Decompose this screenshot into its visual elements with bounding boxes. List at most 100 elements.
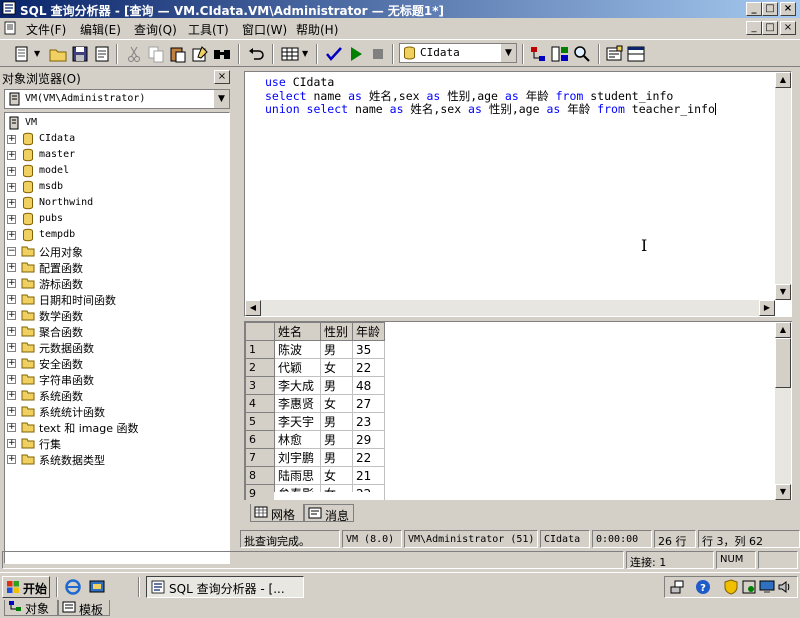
- tab-messages[interactable]: 消息: [304, 504, 354, 523]
- results-table[interactable]: 姓名 性别 年龄 1 陈波男 35 2 代颖女 22 3 李大成男 48 4 李惠贤女 27 5 李天宇男…: [245, 322, 385, 500]
- scroll-down-icon[interactable]: ▼: [775, 484, 791, 500]
- chevron-down-icon[interactable]: ▼: [213, 90, 229, 108]
- table-row[interactable]: 3 李大成男 48: [245, 376, 385, 395]
- expand-icon[interactable]: +: [7, 231, 16, 240]
- table-cell[interactable]: 29: [352, 430, 385, 449]
- table-cell[interactable]: 女: [320, 466, 353, 485]
- row-number[interactable]: 8: [245, 466, 275, 485]
- expand-icon[interactable]: +: [7, 263, 16, 272]
- menu-help[interactable]: 帮助(H): [296, 21, 338, 38]
- row-number[interactable]: 7: [245, 448, 275, 467]
- expand-icon[interactable]: +: [7, 423, 16, 432]
- expand-icon[interactable]: +: [7, 279, 16, 288]
- row-number[interactable]: 4: [245, 394, 275, 413]
- table-cell[interactable]: 李惠贤: [274, 394, 321, 413]
- row-number[interactable]: 5: [245, 412, 275, 431]
- table-cell[interactable]: 林愈: [274, 430, 321, 449]
- expand-icon[interactable]: +: [7, 311, 16, 320]
- expand-icon[interactable]: +: [7, 439, 16, 448]
- minimize-button[interactable]: _: [746, 2, 762, 16]
- object-search-icon[interactable]: [572, 44, 592, 64]
- mdi-minimize-button[interactable]: _: [746, 21, 762, 35]
- corner-cell[interactable]: [245, 322, 275, 341]
- expand-icon[interactable]: +: [7, 183, 16, 192]
- table-cell[interactable]: 陆雨思: [274, 466, 321, 485]
- taskbar-app-button[interactable]: SQL 查询分析器 - [...: [146, 576, 304, 598]
- table-row[interactable]: 7 刘宇鹏男 22: [245, 448, 385, 467]
- maximize-button[interactable]: □: [762, 2, 778, 16]
- expand-icon[interactable]: +: [7, 455, 16, 464]
- object-browser-close-button[interactable]: ×: [214, 70, 230, 84]
- expand-icon[interactable]: +: [7, 343, 16, 352]
- editor-vertical-scrollbar[interactable]: ▲ ▼: [775, 72, 791, 300]
- help-icon[interactable]: ?: [695, 579, 711, 595]
- open-icon[interactable]: [48, 44, 68, 64]
- database-select[interactable]: CIdata ▼: [399, 43, 517, 63]
- column-header-name[interactable]: 姓名: [274, 322, 321, 341]
- table-cell[interactable]: 刘宇鹏: [274, 448, 321, 467]
- table-cell[interactable]: 21: [352, 466, 385, 485]
- table-cell[interactable]: 女: [320, 358, 353, 377]
- parse-query-icon[interactable]: [324, 44, 344, 64]
- expand-icon[interactable]: +: [7, 391, 16, 400]
- table-cell[interactable]: 李天宇: [274, 412, 321, 431]
- start-button[interactable]: 开始: [2, 576, 50, 598]
- scroll-right-icon[interactable]: ▶: [759, 300, 775, 316]
- display-icon[interactable]: [759, 579, 775, 595]
- table-row[interactable]: 4 李惠贤女 27: [245, 394, 385, 413]
- table-cell[interactable]: 27: [352, 394, 385, 413]
- network-icon[interactable]: [669, 579, 685, 595]
- scroll-up-icon[interactable]: ▲: [775, 322, 791, 338]
- current-connection-properties-icon[interactable]: [604, 44, 624, 64]
- results-vertical-scrollbar[interactable]: ▲ ▼: [775, 322, 791, 500]
- table-cell[interactable]: 男: [320, 430, 353, 449]
- show-desktop-icon[interactable]: [88, 578, 106, 596]
- table-cell[interactable]: 23: [352, 412, 385, 431]
- table-row[interactable]: 1 陈波男 35: [245, 340, 385, 359]
- mdi-close-button[interactable]: ×: [780, 21, 796, 35]
- table-cell[interactable]: 男: [320, 340, 353, 359]
- table-row[interactable]: 5 李天宇男 23: [245, 412, 385, 431]
- menu-edit[interactable]: 编辑(E): [80, 21, 121, 38]
- object-browser-icon[interactable]: [550, 44, 570, 64]
- chevron-down-icon[interactable]: ▼: [500, 44, 516, 62]
- scroll-down-icon[interactable]: ▼: [775, 284, 791, 300]
- table-cell[interactable]: 男: [320, 376, 353, 395]
- menu-window[interactable]: 窗口(W): [242, 21, 287, 38]
- table-cell[interactable]: 陈波: [274, 340, 321, 359]
- menu-tools[interactable]: 工具(T): [188, 21, 229, 38]
- row-number[interactable]: 6: [245, 430, 275, 449]
- table-cell[interactable]: 35: [352, 340, 385, 359]
- query-editor[interactable]: use CIdata select name as 姓名,sex as 性别,a…: [244, 71, 792, 317]
- show-results-pane-icon[interactable]: [626, 44, 646, 64]
- tab-objects[interactable]: 对象: [4, 598, 58, 616]
- undo-icon[interactable]: [246, 44, 266, 64]
- scroll-thumb[interactable]: [775, 338, 791, 388]
- column-header-sex[interactable]: 性别: [320, 322, 353, 341]
- sql-server-service-icon[interactable]: [741, 579, 757, 595]
- tab-grid[interactable]: 网格: [250, 504, 304, 522]
- new-dropdown-icon[interactable]: ▼: [34, 49, 40, 58]
- expand-icon[interactable]: +: [7, 151, 16, 160]
- menu-query[interactable]: 查询(Q): [134, 21, 177, 38]
- collapse-icon[interactable]: −: [7, 247, 16, 256]
- table-cell[interactable]: 女: [320, 394, 353, 413]
- table-cell[interactable]: 22: [352, 448, 385, 467]
- row-number[interactable]: 2: [245, 358, 275, 377]
- security-shield-icon[interactable]: [723, 579, 739, 595]
- results-grid-icon[interactable]: [280, 44, 300, 64]
- table-row[interactable]: 2 代颖女 22: [245, 358, 385, 377]
- results-dropdown-icon[interactable]: ▼: [302, 49, 308, 58]
- tab-templates[interactable]: 模板: [58, 598, 110, 617]
- expand-icon[interactable]: +: [7, 199, 16, 208]
- expand-icon[interactable]: +: [7, 167, 16, 176]
- scroll-left-icon[interactable]: ◀: [245, 300, 261, 316]
- new-query-icon[interactable]: [12, 44, 32, 64]
- load-script-icon[interactable]: [92, 44, 112, 64]
- table-cell[interactable]: 男: [320, 448, 353, 467]
- expand-icon[interactable]: +: [7, 359, 16, 368]
- cut-icon[interactable]: [124, 44, 144, 64]
- close-button[interactable]: ×: [780, 2, 796, 16]
- internet-explorer-icon[interactable]: [64, 578, 82, 596]
- table-cell[interactable]: 代颖: [274, 358, 321, 377]
